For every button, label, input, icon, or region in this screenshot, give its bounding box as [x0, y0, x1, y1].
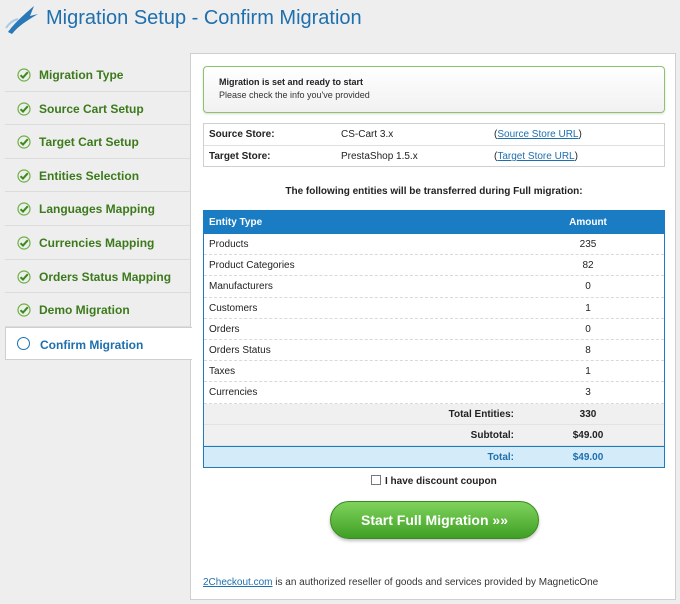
confirm-panel: Migration is set and ready to start Plea…	[190, 53, 676, 600]
sidebar-item-source-cart-setup[interactable]: Source Cart Setup	[5, 92, 191, 126]
source-store-url-link[interactable]: Source Store URL	[497, 129, 578, 140]
discount-coupon-checkbox[interactable]	[371, 475, 381, 485]
entity-cell: Products	[209, 239, 249, 250]
sidebar-item-languages-mapping[interactable]: Languages Mapping	[5, 192, 191, 226]
page-title: Migration Setup - Confirm Migration	[46, 7, 362, 29]
paren-close: )	[574, 151, 578, 162]
sidebar-item-label: Orders Status Mapping	[39, 269, 172, 284]
source-store-row: Source Store: CS-Cart 3.x (Source Store …	[204, 124, 664, 145]
amount-cell: 0	[585, 281, 591, 293]
amount-cell: 1	[585, 366, 591, 378]
amount-cell: 3	[585, 387, 591, 399]
current-step-circle-icon	[17, 336, 30, 350]
table-row: Manufacturers 0	[204, 276, 664, 298]
sidebar-item-label: Languages Mapping	[39, 202, 156, 217]
table-row: Products 235	[204, 234, 664, 256]
table-row: Orders Status 8	[204, 339, 664, 362]
header: Migration Setup - Confirm Migration	[0, 0, 680, 50]
target-store-url-wrap: (Target Store URL)	[494, 151, 578, 162]
entity-cell: Orders	[209, 323, 240, 335]
sidebar-item-currencies-mapping[interactable]: Currencies Mapping	[5, 226, 191, 260]
discount-coupon-option[interactable]: I have discount coupon	[371, 475, 497, 487]
sidebar-item-label: Confirm Migration	[40, 337, 144, 352]
check-icon	[17, 135, 31, 149]
check-icon	[17, 303, 31, 317]
notice-text: Please check the info you've provided	[219, 90, 370, 100]
sidebar-item-label: Target Cart Setup	[39, 135, 139, 150]
total-entities-label: Total Entities:	[448, 408, 514, 420]
entity-cell: Manufacturers	[209, 281, 273, 293]
sidebar-item-orders-status-mapping[interactable]: Orders Status Mapping	[5, 260, 191, 294]
check-icon	[17, 269, 31, 284]
source-store-label: Source Store:	[209, 129, 275, 140]
subtotal-label: Subtotal:	[470, 429, 514, 441]
subtotal-row: Subtotal: $49.00	[204, 424, 664, 446]
sidebar-item-label: Currencies Mapping	[39, 235, 155, 250]
amount-cell: 8	[585, 344, 591, 356]
check-icon	[17, 202, 31, 216]
subtotal-value: $49.00	[572, 429, 604, 441]
start-full-migration-button[interactable]: Start Full Migration »»	[330, 501, 539, 539]
sidebar-item-label: Entities Selection	[39, 168, 140, 183]
table-row: Customers 1	[204, 297, 664, 319]
app-logo-icon	[5, 6, 38, 34]
amount-cell: 235	[579, 239, 597, 250]
sidebar-item-target-cart-setup[interactable]: Target Cart Setup	[5, 125, 191, 159]
table-row: Orders 0	[204, 318, 664, 340]
total-entities-value: 330	[579, 408, 597, 420]
target-store-label: Target Store:	[209, 151, 271, 162]
table-row: Product Categories 82	[204, 255, 664, 277]
total-row: Total: $49.00	[204, 445, 664, 467]
store-info: Source Store: CS-Cart 3.x (Source Store …	[203, 123, 665, 167]
check-icon	[17, 236, 31, 250]
table-row: Currencies 3	[204, 382, 664, 404]
2checkout-link[interactable]: 2Checkout.com	[203, 577, 272, 588]
entities-table: Entity Type Amount Products 235 Product C…	[203, 210, 665, 468]
source-store-value: CS-Cart 3.x	[341, 129, 394, 140]
sidebar-item-entities-selection[interactable]: Entities Selection	[5, 159, 191, 193]
total-label: Total:	[487, 451, 514, 463]
entities-caption: The following entities will be transferr…	[285, 186, 583, 197]
notice-title: Migration is set and ready to start	[219, 77, 364, 87]
check-icon	[17, 169, 31, 183]
column-header-amount: Amount	[569, 217, 607, 228]
sidebar-item-confirm-migration[interactable]: Confirm Migration	[5, 326, 192, 361]
amount-cell: 82	[582, 260, 594, 272]
entity-cell: Currencies	[209, 387, 258, 399]
ready-notice: Migration is set and ready to start Plea…	[203, 66, 665, 113]
column-header-entity-type: Entity Type	[209, 217, 263, 228]
entity-cell: Product Categories	[209, 260, 295, 272]
table-header: Entity Type Amount	[204, 211, 664, 234]
sidebar-item-demo-migration[interactable]: Demo Migration	[5, 293, 191, 327]
paren-close: )	[578, 129, 582, 140]
target-store-url-link[interactable]: Target Store URL	[497, 151, 574, 162]
source-store-url-wrap: (Source Store URL)	[494, 129, 582, 140]
total-entities-row: Total Entities: 330	[204, 403, 664, 425]
target-store-row: Target Store: PrestaShop 1.5.x (Target S…	[204, 145, 664, 166]
target-store-value: PrestaShop 1.5.x	[341, 151, 418, 162]
entity-cell: Orders Status	[209, 344, 271, 356]
sidebar-item-label: Migration Type	[39, 68, 124, 82]
wizard-sidebar: Migration Type Source Cart Setup Target …	[5, 58, 192, 361]
footer-note: 2Checkout.com is an authorized reseller …	[203, 577, 598, 588]
table-row: Taxes 1	[204, 361, 664, 383]
entity-cell: Customers	[209, 302, 258, 314]
sidebar-item-migration-type[interactable]: Migration Type	[5, 58, 191, 92]
check-icon	[17, 68, 31, 82]
sidebar-item-label: Demo Migration	[39, 303, 130, 318]
discount-coupon-label: I have discount coupon	[385, 476, 497, 487]
amount-cell: 1	[585, 302, 591, 314]
total-value: $49.00	[572, 451, 604, 463]
check-icon	[17, 101, 31, 116]
sidebar-item-label: Source Cart Setup	[39, 101, 144, 116]
amount-cell: 0	[585, 323, 591, 335]
entity-cell: Taxes	[209, 366, 236, 378]
footer-text: is an authorized reseller of goods and s…	[272, 577, 599, 588]
